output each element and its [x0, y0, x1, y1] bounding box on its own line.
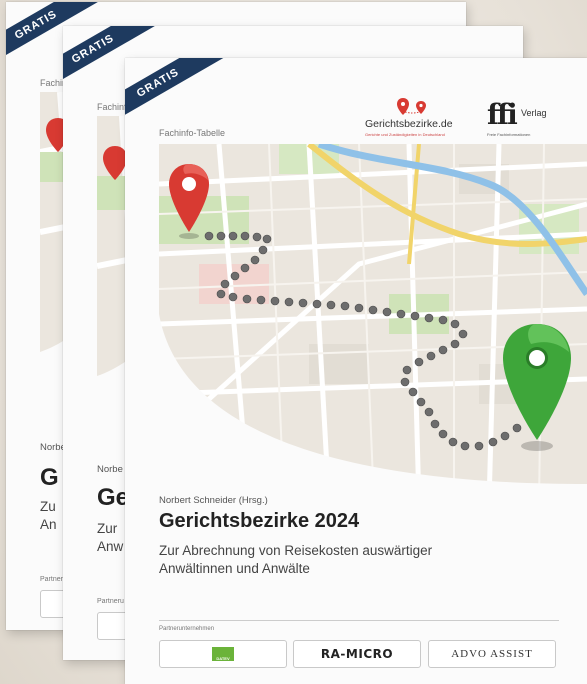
author-short: Norbe: [40, 442, 66, 453]
subtitle-short-b: Anw: [97, 539, 124, 554]
brochure-stack: GRATIS Fachinfo-Tabelle Norbe G Zu An Pa…: [0, 0, 587, 684]
gerichtsbezirke-logo-text: Gerichtsbezirke.de: [365, 118, 453, 130]
verlag-name: Verlag: [521, 108, 547, 118]
subtitle-short-a: Zur: [97, 521, 118, 536]
partner-label: Partnerunternehmen: [159, 626, 215, 632]
partner-advo-assist-logo: ADVO ASSIST: [451, 648, 533, 660]
partner-ra-micro: RA-MICRO: [293, 640, 421, 668]
series-label: Fachinfo-Tabelle: [159, 128, 226, 138]
partner-advo-assist: ADVO ASSIST: [428, 640, 556, 668]
partner-ra-micro-logo: RA-MICRO: [320, 647, 394, 661]
partner-datev-logo: DATEV: [212, 647, 234, 661]
brochure-front: GRATIS Fachinfo-Tabelle Gerichtsbezirke.…: [125, 58, 587, 684]
gerichtsbezirke-tagline: Gerichte und Zuständigkeiten in Deutschl…: [365, 132, 445, 137]
title-short: G: [40, 464, 59, 491]
partner-datev: DATEV: [159, 640, 287, 668]
gerichtsbezirke-logo: Gerichtsbezirke.de Gerichte und Zuständi…: [365, 96, 465, 142]
partner-label-short: Partneru: [97, 598, 124, 605]
author-short: Norbe: [97, 464, 123, 475]
subtitle-short-a: Zu: [40, 499, 56, 514]
ffi-mark: ffi: [487, 98, 518, 131]
ffi-verlag-logo: ffi Verlag Freie Fachinformationen: [487, 98, 577, 142]
partner-divider: [159, 620, 559, 621]
verlag-tagline: Freie Fachinformationen: [487, 132, 531, 137]
brochure-title: Gerichtsbezirke 2024: [159, 510, 360, 532]
subtitle-line-2: Anwältinnen und Anwälte: [159, 561, 310, 576]
subtitle-line-1: Zur Abrechnung von Reisekosten auswärtig…: [159, 543, 433, 558]
cover-map: [159, 144, 587, 504]
subtitle-short-b: An: [40, 517, 57, 532]
gratis-badge: GRATIS: [125, 58, 238, 136]
logo-pin-icon: [397, 98, 409, 115]
author-name: Norbert Schneider (Hrsg.): [159, 495, 268, 506]
